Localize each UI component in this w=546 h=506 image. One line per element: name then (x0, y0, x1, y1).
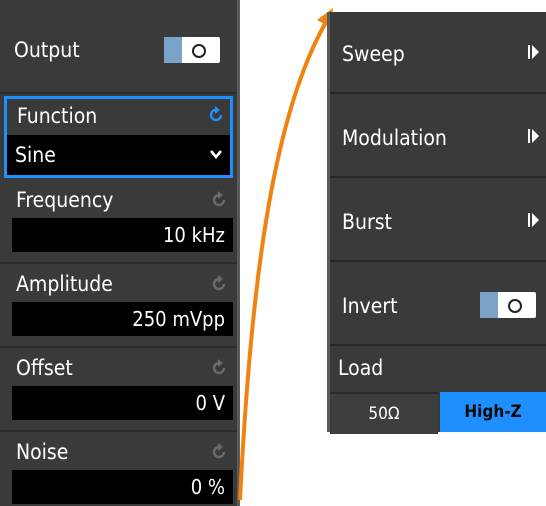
function-select-value: Sine (15, 143, 56, 167)
load-option-50-ohm[interactable]: 50Ω (330, 392, 438, 434)
output-label: Output (14, 38, 80, 62)
offset-row: Offset 0 V (0, 348, 237, 432)
output-row: Output (0, 0, 237, 94)
offset-value[interactable]: 0 V (12, 386, 233, 420)
submenu-arrow-icon (528, 129, 539, 143)
noise-row: Noise 0 % (0, 432, 237, 506)
divider (0, 92, 237, 94)
menu-item-label: Modulation (342, 126, 447, 150)
submenu-arrow-icon (528, 45, 539, 59)
amplitude-value[interactable]: 250 mVpp (12, 302, 233, 336)
function-generator-submenu: Sweep Modulation Burst Invert Load 50Ω H… (327, 12, 546, 434)
chevron-down-icon (210, 150, 222, 159)
menu-item-burst[interactable]: Burst (330, 180, 546, 262)
frequency-label: Frequency (16, 188, 114, 212)
noise-value[interactable]: 0 % (12, 470, 233, 504)
toggle-knob (164, 37, 182, 63)
invert-toggle[interactable] (480, 292, 536, 318)
toggle-off-indicator-icon (192, 44, 206, 58)
offset-label: Offset (16, 356, 73, 380)
noise-label: Noise (16, 440, 69, 464)
frequency-row: Frequency 10 kHz (0, 180, 237, 264)
reset-icon[interactable] (209, 190, 229, 210)
load-label: Load (338, 356, 384, 380)
menu-item-modulation[interactable]: Modulation (330, 96, 546, 178)
reset-icon[interactable] (206, 105, 226, 125)
amplitude-row: Amplitude 250 mVpp (0, 264, 237, 348)
menu-item-label: Burst (342, 210, 392, 234)
function-select[interactable]: Sine (7, 135, 230, 175)
menu-item-sweep[interactable]: Sweep (330, 12, 546, 94)
reset-icon[interactable] (209, 442, 229, 462)
reset-icon[interactable] (209, 358, 229, 378)
reset-icon[interactable] (209, 274, 229, 294)
menu-item-label: Sweep (342, 42, 405, 66)
toggle-off-indicator-icon (508, 299, 522, 313)
invert-label: Invert (342, 294, 398, 318)
toggle-knob (480, 292, 498, 318)
load-option-high-z[interactable]: High-Z (440, 392, 546, 432)
output-toggle[interactable] (164, 37, 220, 63)
amplitude-label: Amplitude (16, 272, 113, 296)
function-generator-panel: Output Function Sine Frequency 10 kHz Am… (0, 0, 240, 506)
function-label: Function (17, 104, 98, 128)
invert-row: Invert (330, 264, 546, 346)
submenu-arrow-icon (528, 213, 539, 227)
frequency-value[interactable]: 10 kHz (12, 218, 233, 252)
function-row[interactable]: Function Sine (4, 96, 233, 178)
